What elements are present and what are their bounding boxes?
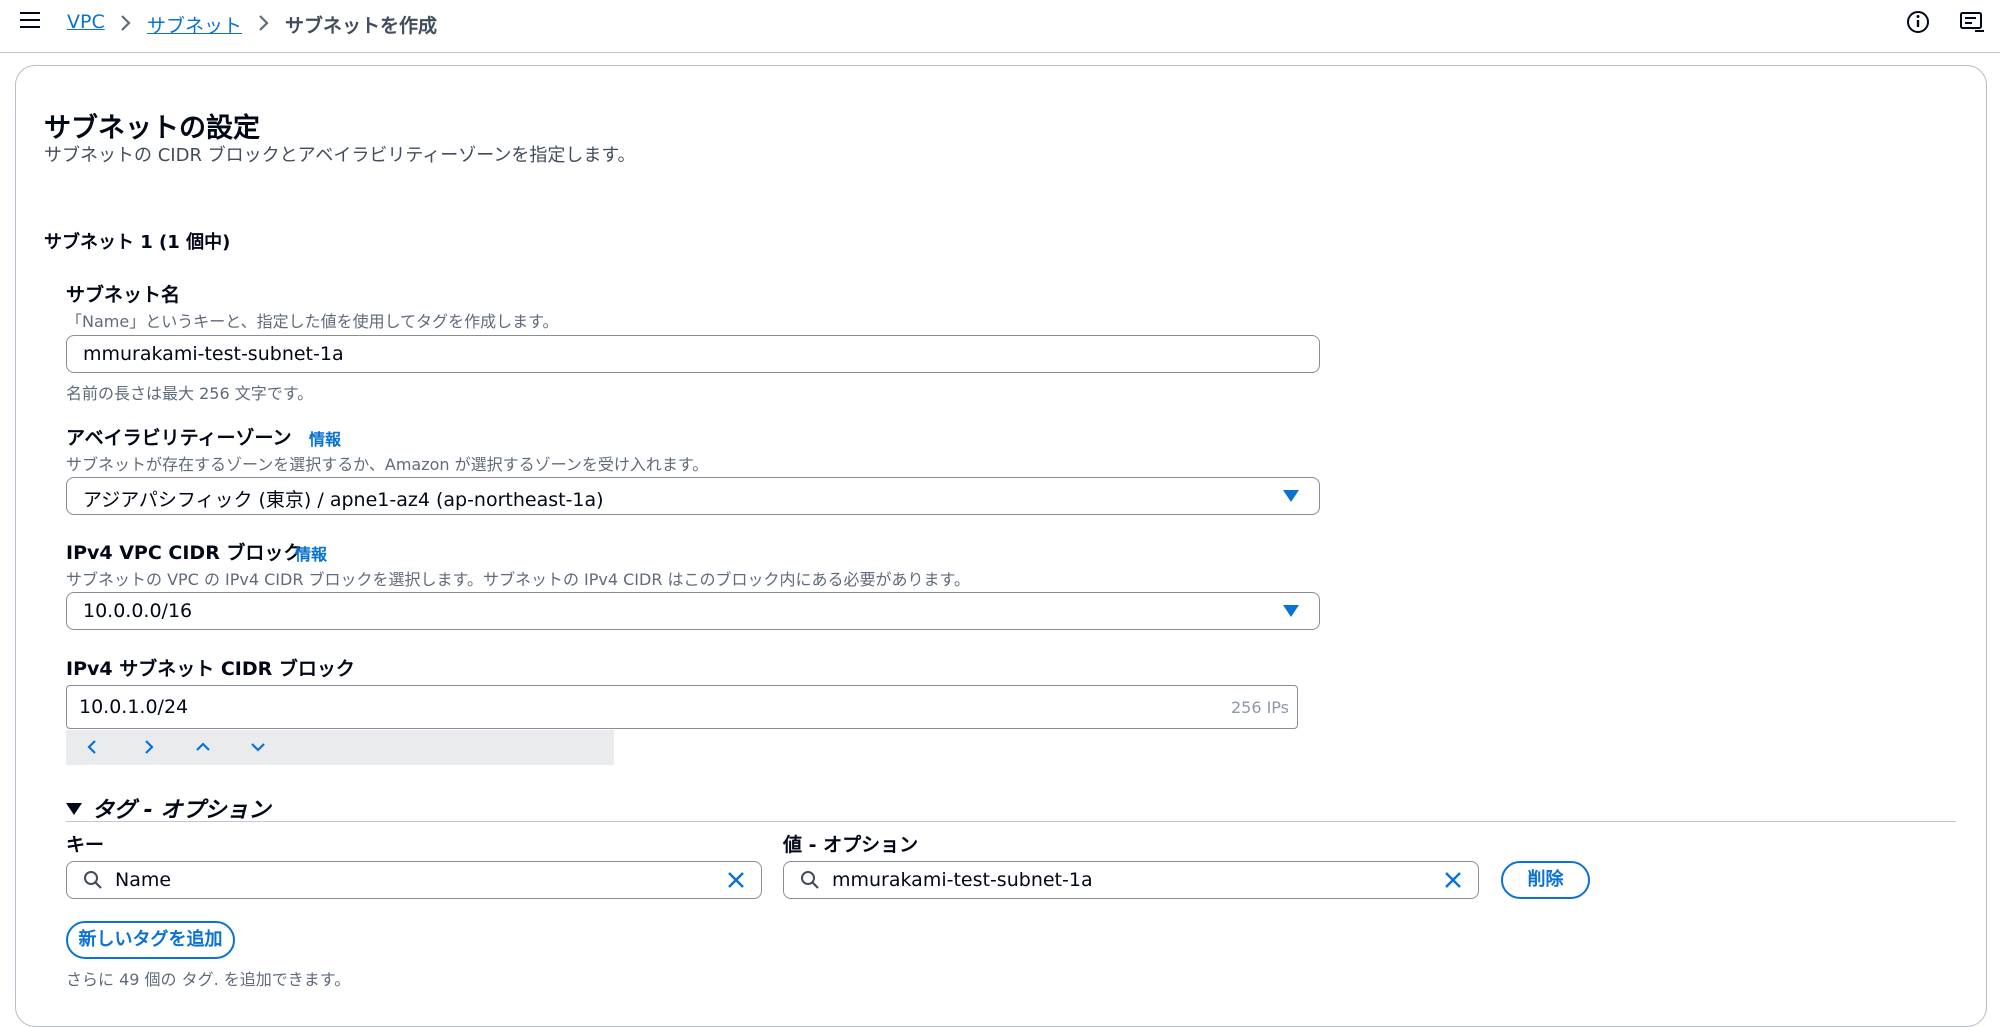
breadcrumb-current: サブネットを作成 bbox=[285, 15, 438, 37]
subnet-cidr-input[interactable]: 10.0.1.0/24 256 IPs bbox=[66, 685, 1298, 729]
subnet-cidr-label: IPv4 サブネット CIDR ブロック bbox=[66, 658, 355, 680]
vpc-cidr-value: 10.0.0.0/16 bbox=[83, 600, 193, 622]
availability-zone-select[interactable]: アジアパシフィック (東京) / apne1-az4 (ap-northeast… bbox=[66, 477, 1320, 515]
chevron-right-icon bbox=[259, 15, 269, 31]
feedback-icon[interactable] bbox=[1958, 9, 1986, 37]
subnet-name-description: 「Name」というキーと、指定した値を使用してタグを作成します。 bbox=[66, 312, 559, 331]
search-icon bbox=[801, 871, 819, 889]
chevron-down-icon[interactable] bbox=[247, 736, 269, 758]
info-circle-icon[interactable] bbox=[1904, 9, 1932, 37]
subnet-cidr-value: 10.0.1.0/24 bbox=[79, 696, 189, 718]
search-icon bbox=[84, 871, 102, 889]
remove-tag-button[interactable]: 削除 bbox=[1501, 861, 1590, 899]
caret-down-icon bbox=[66, 803, 82, 815]
tags-heading: タグ - オプション bbox=[92, 798, 271, 823]
breadcrumb-subnets[interactable]: サブネット bbox=[147, 11, 242, 38]
tag-key-input[interactable]: Name bbox=[66, 861, 762, 899]
divider bbox=[66, 821, 1956, 822]
chevron-right-icon[interactable] bbox=[137, 736, 159, 758]
vpc-cidr-label: IPv4 VPC CIDR ブロック bbox=[66, 542, 303, 564]
subnet-heading: サブネット 1 (1 個中) bbox=[44, 232, 231, 253]
subnet-name-input[interactable]: mmurakami-test-subnet-1a bbox=[66, 335, 1320, 373]
page-title: サブネットの設定 bbox=[44, 113, 260, 144]
tag-key-label: キー bbox=[66, 834, 105, 856]
cidr-stepper-toolbar bbox=[66, 730, 614, 765]
availability-zone-value: アジアパシフィック (東京) / apne1-az4 (ap-northeast… bbox=[83, 489, 604, 511]
subnet-name-label: サブネット名 bbox=[66, 284, 181, 306]
top-navigation-bar: VPC サブネット サブネットを作成 bbox=[0, 0, 2000, 53]
vpc-cidr-select[interactable]: 10.0.0.0/16 bbox=[66, 592, 1320, 630]
vpc-cidr-info-link[interactable]: 情報 bbox=[295, 541, 327, 565]
availability-zone-description: サブネットが存在するゾーンを選択するか、Amazon が選択するゾーンを受け入れ… bbox=[66, 455, 709, 474]
subnet-name-value: mmurakami-test-subnet-1a bbox=[83, 343, 344, 365]
availability-zone-info-link[interactable]: 情報 bbox=[309, 426, 341, 450]
chevron-right-icon bbox=[121, 15, 131, 31]
tag-value-value: mmurakami-test-subnet-1a bbox=[832, 869, 1093, 891]
caret-down-icon bbox=[1283, 490, 1299, 502]
chevron-left-icon[interactable] bbox=[82, 736, 104, 758]
tag-key-value: Name bbox=[115, 869, 172, 891]
tag-value-input[interactable]: mmurakami-test-subnet-1a bbox=[783, 861, 1479, 899]
availability-zone-label: アベイラビリティーゾーン bbox=[66, 427, 292, 449]
subnet-name-constraint: 名前の長さは最大 256 文字です。 bbox=[66, 384, 314, 403]
vpc-cidr-description: サブネットの VPC の IPv4 CIDR ブロックを選択します。サブネットの… bbox=[66, 570, 970, 589]
menu-icon[interactable] bbox=[20, 10, 42, 30]
tags-remaining-note: さらに 49 個の タグ. を追加できます。 bbox=[66, 970, 351, 989]
tag-value-label: 値 - オプション bbox=[783, 834, 919, 856]
subnet-cidr-ip-count: 256 IPs bbox=[1230, 698, 1289, 717]
caret-down-icon bbox=[1283, 605, 1299, 617]
breadcrumb-vpc[interactable]: VPC bbox=[67, 11, 105, 33]
chevron-up-icon[interactable] bbox=[192, 736, 214, 758]
close-icon[interactable] bbox=[727, 871, 745, 889]
close-icon[interactable] bbox=[1444, 871, 1462, 889]
tags-section-toggle[interactable]: タグ - オプション bbox=[66, 792, 270, 824]
add-new-tag-button[interactable]: 新しいタグを追加 bbox=[66, 921, 235, 959]
page-description: サブネットの CIDR ブロックとアベイラビリティーゾーンを指定します。 bbox=[44, 145, 636, 166]
